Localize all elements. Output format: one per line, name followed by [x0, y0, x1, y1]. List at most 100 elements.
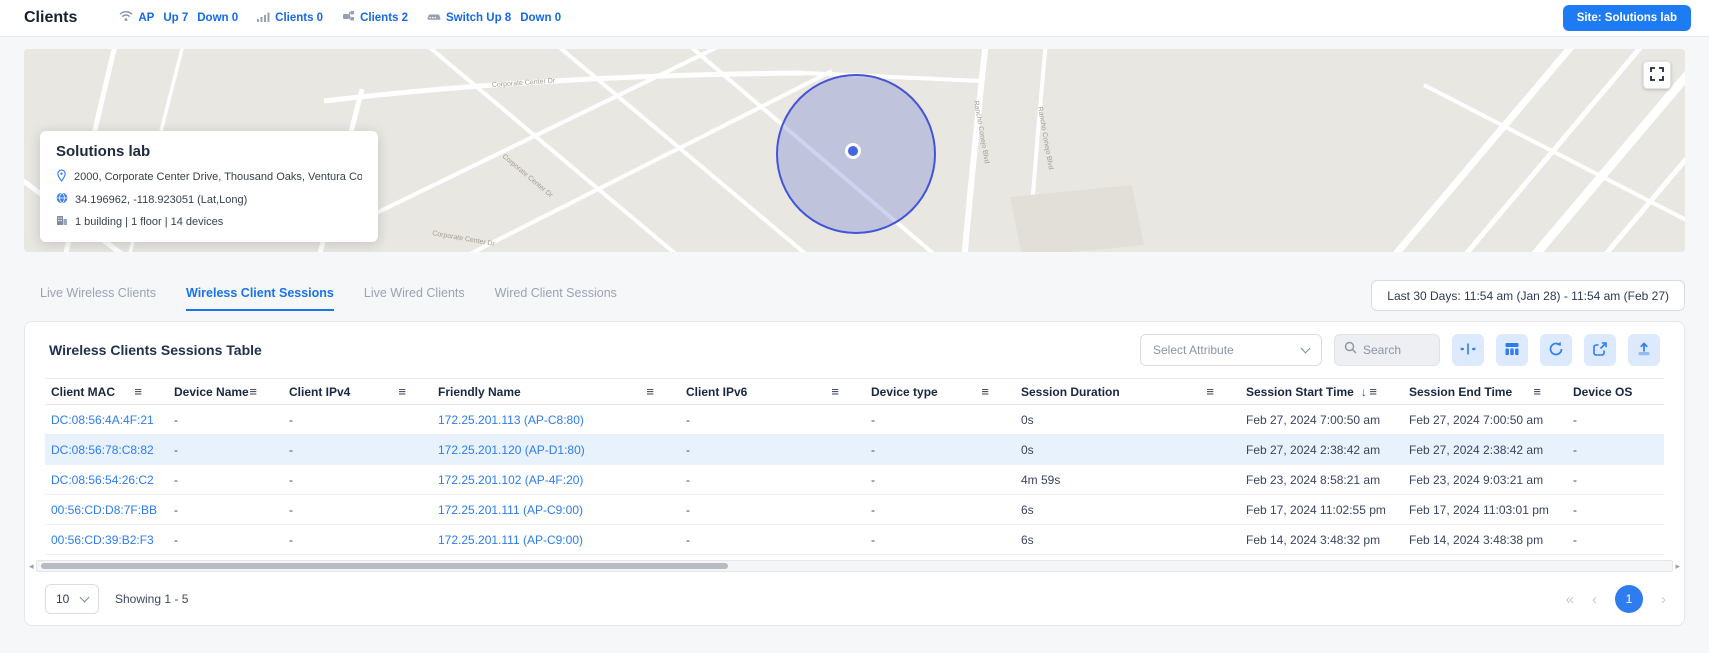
map-fullscreen-button[interactable] [1643, 61, 1671, 89]
session-end-cell: Feb 17, 2024 11:03:01 pm [1403, 503, 1567, 517]
client-ipv6-cell: - [680, 443, 865, 457]
wired-clients-count: Clients 2 [360, 12, 408, 24]
site-name: Solutions lab [56, 143, 362, 160]
friendly-name-link[interactable]: 172.25.201.113 (AP-C8:80) [432, 413, 680, 427]
friendly-name-link[interactable]: 172.25.201.111 (AP-C9:00) [432, 533, 680, 547]
date-range-selector[interactable]: Last 30 Days: 11:54 am (Jan 28) - 11:54 … [1371, 280, 1685, 311]
ap-status[interactable]: AP Up 7 Down 0 [119, 9, 238, 27]
page-title: Clients [24, 9, 77, 27]
column-menu-icon[interactable]: ≡ [1533, 384, 1541, 399]
chevron-down-icon [80, 593, 90, 603]
column-menu-icon[interactable]: ≡ [1369, 384, 1377, 399]
device-type-cell: - [865, 473, 1015, 487]
column-menu-icon[interactable]: ≡ [646, 384, 654, 399]
export-button[interactable] [1628, 334, 1660, 366]
column-header-session-duration[interactable]: Session Duration≡ [1015, 384, 1240, 399]
column-header-session-start-time[interactable]: Session Start Time↓≡ [1240, 384, 1403, 399]
select-attribute-dropdown[interactable]: Select Attribute [1140, 334, 1322, 366]
open-external-button[interactable] [1584, 334, 1616, 366]
sort-descending-icon[interactable]: ↓ [1361, 385, 1367, 399]
select-attribute-placeholder: Select Attribute [1153, 343, 1234, 357]
client-ipv6-cell: - [680, 413, 865, 427]
column-menu-icon[interactable]: ≡ [1206, 384, 1214, 399]
site-selector-button[interactable]: Site: Solutions lab [1563, 5, 1691, 31]
switch-status[interactable]: Switch Up 8 Down 0 [427, 9, 561, 27]
friendly-name-link[interactable]: 172.25.201.120 (AP-D1:80) [432, 443, 680, 457]
friendly-name-link[interactable]: 172.25.201.111 (AP-C9:00) [432, 503, 680, 517]
scrollbar-thumb[interactable] [41, 563, 728, 569]
device-os-cell: - [1567, 473, 1664, 487]
client-mac-link[interactable]: DC:08:56:4A:4F:21 [45, 413, 168, 427]
device-name-cell: - [168, 473, 283, 487]
table-row[interactable]: DC:08:56:78:C8:82 - - 172.25.201.120 (AP… [45, 435, 1664, 465]
wired-clients-status[interactable]: Clients 2 [342, 9, 408, 27]
table-row[interactable]: DC:08:56:54:26:C2 - - 172.25.201.102 (AP… [45, 465, 1664, 495]
scrollbar-track[interactable] [36, 560, 1674, 572]
scroll-right-icon[interactable]: ▸ [1675, 562, 1680, 571]
site-summary: 1 building | 1 floor | 14 devices [75, 216, 223, 228]
device-os-cell: - [1567, 533, 1664, 547]
table-row[interactable]: DC:08:56:4A:4F:21 - - 172.25.201.113 (AP… [45, 405, 1664, 435]
current-page-button[interactable]: 1 [1615, 585, 1643, 613]
session-end-cell: Feb 27, 2024 2:38:42 am [1403, 443, 1567, 457]
client-mac-link[interactable]: 00:56:CD:D8:7F:BB [45, 503, 168, 517]
wireless-clients-count: Clients 0 [275, 12, 323, 24]
fit-columns-button[interactable] [1452, 334, 1484, 366]
page-size-select[interactable]: 10 [45, 584, 99, 614]
site-coverage-circle[interactable] [776, 74, 936, 234]
column-header-device-os[interactable]: Device OS [1567, 385, 1664, 399]
scroll-left-icon[interactable]: ◂ [29, 562, 34, 571]
pagination: « ‹ 1 › [1566, 585, 1666, 613]
chevron-down-icon [1301, 344, 1311, 354]
column-header-device-name[interactable]: Device Name≡ [168, 384, 283, 399]
showing-label: Showing 1 - 5 [115, 592, 188, 606]
switch-up-count: Switch Up 8 [446, 12, 511, 24]
column-menu-icon[interactable]: ≡ [134, 384, 142, 399]
sessions-table-card: Wireless Clients Sessions Table Select A… [24, 321, 1685, 626]
client-mac-link[interactable]: 00:56:CD:39:B2:F3 [45, 533, 168, 547]
signal-bars-icon [257, 9, 270, 27]
horizontal-scrollbar[interactable]: ◂ ▸ [29, 558, 1680, 574]
top-bar: Clients AP Up 7 Down 0 Clients 0 [0, 0, 1709, 37]
device-os-cell: - [1567, 503, 1664, 517]
column-header-friendly-name[interactable]: Friendly Name≡ [432, 384, 680, 399]
column-header-client-ipv4[interactable]: Client IPv4≡ [283, 384, 432, 399]
next-page-button[interactable]: › [1661, 592, 1666, 607]
site-map[interactable]: Corporate Center Dr Corporate Center Dr … [24, 49, 1685, 252]
prev-page-button[interactable]: ‹ [1592, 592, 1597, 607]
device-os-cell: - [1567, 413, 1664, 427]
column-menu-icon[interactable]: ≡ [831, 384, 839, 399]
column-header-client-mac[interactable]: Client MAC≡ [45, 384, 168, 399]
export-upload-icon [1636, 341, 1652, 360]
columns-button[interactable] [1496, 334, 1528, 366]
client-mac-link[interactable]: DC:08:56:54:26:C2 [45, 473, 168, 487]
tab-wired-client-sessions[interactable]: Wired Client Sessions [495, 286, 617, 311]
site-coordinates: 34.196962, -118.923051 (Lat,Long) [75, 194, 247, 206]
wireless-clients-status[interactable]: Clients 0 [257, 9, 323, 27]
first-page-button[interactable]: « [1566, 592, 1574, 607]
table-row[interactable]: 00:56:CD:D8:7F:BB - - 172.25.201.111 (AP… [45, 495, 1664, 525]
ap-label: AP [138, 12, 154, 24]
search-input[interactable] [1363, 343, 1427, 357]
column-header-client-ipv6[interactable]: Client IPv6≡ [680, 384, 865, 399]
column-menu-icon[interactable]: ≡ [249, 384, 257, 399]
column-menu-icon[interactable]: ≡ [398, 384, 406, 399]
table-card-header: Wireless Clients Sessions Table Select A… [25, 322, 1684, 378]
table-search[interactable] [1334, 334, 1440, 366]
tab-live-wireless-clients[interactable]: Live Wireless Clients [40, 286, 156, 311]
refresh-icon [1548, 341, 1564, 360]
table-row[interactable]: 00:56:CD:39:B2:F3 - - 172.25.201.111 (AP… [45, 525, 1664, 555]
column-menu-icon[interactable]: ≡ [981, 384, 989, 399]
device-name-cell: - [168, 443, 283, 457]
tab-wireless-client-sessions[interactable]: Wireless Client Sessions [186, 286, 334, 311]
switch-icon [427, 9, 441, 27]
column-header-session-end-time[interactable]: Session End Time≡ [1403, 384, 1567, 399]
tab-live-wired-clients[interactable]: Live Wired Clients [364, 286, 465, 311]
refresh-button[interactable] [1540, 334, 1572, 366]
client-mac-link[interactable]: DC:08:56:78:C8:82 [45, 443, 168, 457]
column-header-device-type[interactable]: Device type≡ [865, 384, 1015, 399]
friendly-name-link[interactable]: 172.25.201.102 (AP-4F:20) [432, 473, 680, 487]
site-marker-dot[interactable] [845, 143, 861, 159]
session-duration-cell: 0s [1015, 443, 1240, 457]
session-duration-cell: 6s [1015, 533, 1240, 547]
